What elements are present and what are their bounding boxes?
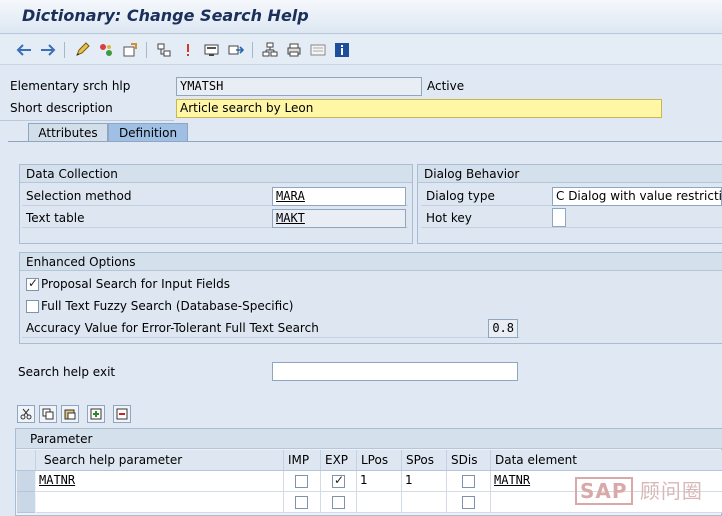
information-icon[interactable] [332,40,352,60]
test-icon[interactable] [226,40,246,60]
col-header-exp[interactable]: EXP [321,450,357,470]
table-cell-sdis [447,471,491,492]
exp-checkbox[interactable] [332,496,345,509]
other-object-icon[interactable] [120,40,140,60]
row-selector[interactable] [17,492,35,513]
table-cell-imp [284,471,321,492]
insert-row-icon[interactable] [87,405,105,423]
table-title: Parameter [30,432,93,446]
dialog-behavior-title: Dialog Behavior [424,167,520,181]
table-header-row: Search help parameter IMP EXP LPos SPos … [16,450,722,471]
imp-checkbox[interactable] [295,496,308,509]
toggle-active-icon[interactable] [96,40,116,60]
hot-key-field[interactable] [552,208,566,227]
hot-key-label: Hot key [426,211,472,225]
table-cell-param[interactable] [36,492,284,513]
fuzzy-search-label: Full Text Fuzzy Search (Database-Specifi… [41,299,294,313]
accuracy-field[interactable]: 0.8 [488,319,518,338]
toolbar-separator [146,42,147,58]
col-header-spos[interactable]: SPos [402,450,447,470]
watermark-text: 顾问圈 [639,479,703,503]
status-text: Active [427,79,465,93]
paste-icon[interactable] [61,405,79,423]
watermark-brand: SAP [575,477,633,505]
text-table-label: Text table [26,211,85,225]
proposal-search-checkbox[interactable]: ✓ [26,276,39,291]
where-used-icon[interactable] [154,40,174,60]
table-cell-lpos[interactable]: 1 [357,471,402,492]
col-header-search-help-parameter[interactable]: Search help parameter [36,450,284,470]
print-icon[interactable] [284,40,304,60]
dialog-type-field[interactable]: C Dialog with value restriction [552,187,722,206]
table-cell-spos[interactable]: 1 [402,471,447,492]
forward-arrow-icon[interactable] [38,40,58,60]
proposal-search-label: Proposal Search for Input Fields [41,277,230,291]
page-title: Dictionary: Change Search Help [22,6,309,25]
col-header-lpos[interactable]: LPos [357,450,402,470]
table-cell-param[interactable]: MATNR [36,471,284,492]
table-cell-spos[interactable] [402,492,447,513]
accuracy-label: Accuracy Value for Error-Tolerant Full T… [26,321,319,335]
title-bar: Dictionary: Change Search Help [0,0,722,34]
delete-row-icon[interactable] [113,405,131,423]
imp-checkbox[interactable] [295,475,308,488]
text-table-field[interactable]: MAKT [272,209,406,228]
display-object-list-icon[interactable] [202,40,222,60]
select-all-header[interactable] [16,450,36,470]
label-divider [0,120,174,121]
back-arrow-icon[interactable] [14,40,34,60]
documentation-icon[interactable] [308,40,328,60]
table-title-bar: Parameter [16,429,722,449]
table-cell-sdis [447,492,491,513]
fuzzy-search-checkbox[interactable] [26,300,39,313]
sdis-checkbox[interactable] [462,496,475,509]
dialog-type-label: Dialog type [426,189,495,203]
selection-method-label: Selection method [26,189,132,203]
short-description-field[interactable]: Article search by Leon [176,99,662,118]
row-selector[interactable] [17,471,35,492]
table-cell-imp [284,492,321,513]
tab-attributes[interactable]: Attributes [28,123,108,142]
data-collection-title: Data Collection [26,167,118,181]
toolbar-separator [252,42,253,58]
copy-icon[interactable] [39,405,57,423]
elementary-srch-hlp-label: Elementary srch hlp [10,79,131,93]
sdis-checkbox[interactable] [462,475,475,488]
watermark: SAP 顾问圈 [575,475,703,505]
table-cell-exp [321,492,357,513]
col-header-sdis[interactable]: SDis [447,450,491,470]
col-header-imp[interactable]: IMP [284,450,321,470]
edit-pencil-icon[interactable] [72,40,92,60]
application-toolbar [0,35,722,65]
activate-icon[interactable] [178,40,198,60]
tab-definition[interactable]: Definition [108,123,188,142]
table-cell-lpos[interactable] [357,492,402,513]
short-description-label: Short description [10,101,113,115]
exp-checkbox[interactable]: ✓ [332,473,345,488]
selection-method-field[interactable]: MARA [272,187,406,206]
table-cell-exp: ✓ [321,471,357,492]
elementary-srch-hlp-field[interactable]: YMATSH [176,77,422,96]
search-help-exit-label: Search help exit [18,365,116,379]
cut-icon[interactable] [17,405,35,423]
search-help-exit-field[interactable] [272,362,518,381]
checkmark-icon: ✓ [28,276,39,290]
checkmark-icon: ✓ [334,473,345,487]
toolbar-separator [64,42,65,58]
enhanced-options-title: Enhanced Options [26,255,136,269]
col-header-data-element[interactable]: Data element [491,450,722,470]
hierarchy-icon[interactable] [260,40,280,60]
